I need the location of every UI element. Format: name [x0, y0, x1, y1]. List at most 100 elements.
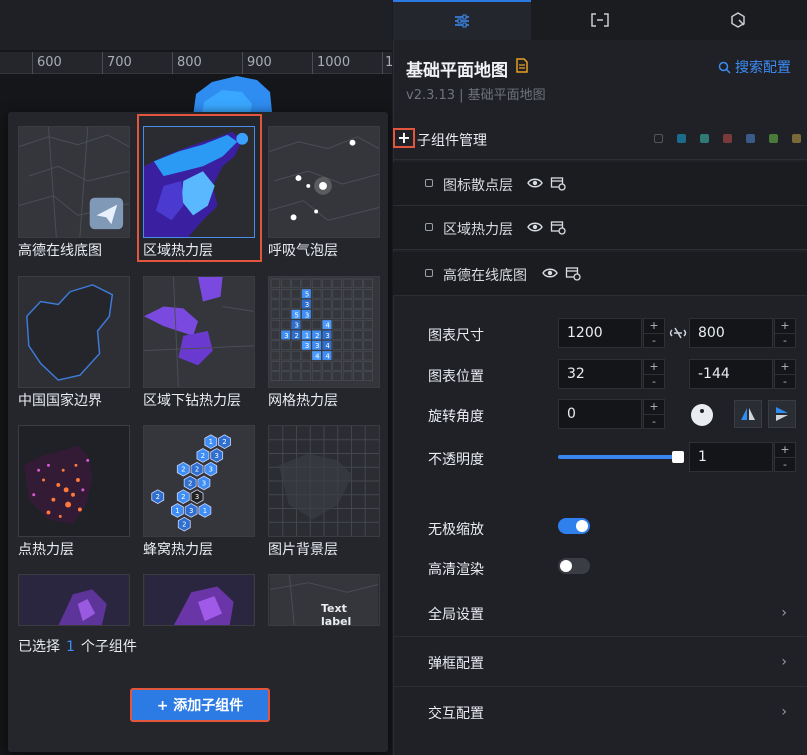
layer-checkbox[interactable]: [425, 223, 433, 231]
layer-item[interactable]: 区域热力层: [393, 206, 807, 250]
grid-cell-number: 3: [315, 342, 319, 350]
opacity-slider-track[interactable]: [558, 455, 678, 459]
rotate-input[interactable]: 0: [558, 399, 642, 429]
stepper-plus[interactable]: +: [644, 360, 664, 375]
section-label: 全局设置: [428, 607, 484, 623]
y-stepper[interactable]: + -: [774, 359, 796, 389]
search-config-link[interactable]: 搜索配置: [718, 57, 791, 77]
hex-cell-number: 2: [181, 493, 185, 501]
stepper-plus[interactable]: +: [775, 319, 795, 334]
unlink-icon[interactable]: [669, 325, 687, 341]
component-thumb-region-heat[interactable]: [143, 126, 255, 238]
hex-cell-number: 2: [182, 521, 186, 529]
opacity-stepper[interactable]: + -: [774, 442, 796, 472]
color-swatch[interactable]: [654, 134, 663, 143]
component-thumb-border[interactable]: [18, 276, 130, 388]
grid-cell-number: 3: [305, 342, 309, 350]
section-global[interactable]: 全局设置 ›: [393, 588, 807, 638]
stepper-minus[interactable]: -: [644, 334, 664, 348]
hex-cell-number: 3: [202, 479, 206, 487]
child-manage-title: 子组件管理: [417, 133, 487, 149]
color-swatch[interactable]: [746, 134, 755, 143]
hex-cell-number: 1: [203, 507, 207, 515]
expand-plus-button[interactable]: +: [393, 128, 415, 148]
component-thumb-grid-heat[interactable]: 5353343212333444: [268, 276, 380, 388]
stepper-minus[interactable]: -: [644, 415, 664, 429]
stepper-plus[interactable]: +: [644, 400, 664, 415]
component-label: 网格热力层: [268, 393, 338, 409]
flip-vertical-button[interactable]: [768, 400, 796, 428]
x-stepper[interactable]: + -: [643, 359, 665, 389]
layer-item[interactable]: 高德在线底图: [393, 252, 807, 296]
color-swatch[interactable]: [677, 134, 686, 143]
zoom-toggle[interactable]: [558, 518, 590, 534]
x-input[interactable]: 32: [558, 359, 642, 389]
section-interaction[interactable]: 交互配置 ›: [393, 686, 807, 736]
point-heat-icon: [19, 426, 129, 536]
hd-toggle[interactable]: [558, 558, 590, 574]
y-input[interactable]: -144: [689, 359, 773, 389]
eye-icon[interactable]: [527, 220, 543, 234]
stepper-minus[interactable]: -: [775, 458, 795, 472]
tab-config[interactable]: [393, 0, 531, 40]
stepper-plus[interactable]: +: [644, 319, 664, 334]
color-swatch[interactable]: [723, 134, 732, 143]
stepper-minus[interactable]: -: [644, 375, 664, 389]
height-stepper[interactable]: + -: [774, 318, 796, 348]
stepper-plus[interactable]: +: [775, 360, 795, 375]
width-stepper[interactable]: + -: [643, 318, 665, 348]
color-swatch[interactable]: [792, 134, 801, 143]
layer-checkbox[interactable]: [425, 179, 433, 187]
panel-tabs: [393, 0, 807, 40]
component-label: 呼吸气泡层: [268, 243, 338, 259]
component-thumb-amap[interactable]: [18, 126, 130, 238]
chevron-right-icon: ›: [781, 654, 787, 670]
component-label: 点热力层: [18, 542, 74, 558]
height-input[interactable]: 800: [689, 318, 773, 348]
width-input[interactable]: 1200: [558, 318, 642, 348]
color-swatch[interactable]: [769, 134, 778, 143]
rotate-stepper[interactable]: + -: [643, 399, 665, 429]
hex-cell-number: 1: [175, 507, 179, 515]
hex-cell-number: 3: [195, 493, 199, 501]
section-popup[interactable]: 弹框配置 ›: [393, 636, 807, 686]
layer-checkbox[interactable]: [425, 269, 433, 277]
layer-settings-icon[interactable]: [565, 265, 581, 281]
grid-cell-number: 5: [305, 291, 309, 299]
opacity-slider-handle[interactable]: [672, 451, 684, 463]
selected-prefix: 已选择: [18, 639, 60, 655]
amap-preview: [19, 127, 129, 237]
tab-interaction[interactable]: [669, 0, 807, 40]
add-child-button[interactable]: + 添加子组件: [130, 688, 270, 722]
component-thumb-bubble[interactable]: [268, 126, 380, 238]
flip-horizontal-button[interactable]: [734, 400, 762, 428]
stepper-minus[interactable]: -: [775, 375, 795, 389]
tab-data[interactable]: [531, 0, 669, 40]
color-swatch[interactable]: [700, 134, 709, 143]
component-thumb-text-label[interactable]: Text label: [268, 574, 380, 626]
component-thumb-drill-heat[interactable]: [143, 276, 255, 388]
layer-settings-icon[interactable]: [550, 175, 566, 191]
grid-cell-number: 4: [325, 322, 329, 330]
component-thumb-hex-heat[interactable]: 1223223232231312: [143, 425, 255, 537]
image-bg-icon: [269, 426, 379, 536]
layer-item[interactable]: 图标散点层: [393, 162, 807, 206]
document-icon[interactable]: [516, 58, 528, 73]
stepper-minus[interactable]: -: [775, 334, 795, 348]
purple-map-icon: [145, 575, 253, 625]
component-thumb-image-bg[interactable]: [268, 425, 380, 537]
eye-icon[interactable]: [527, 176, 543, 190]
component-thumb-purple-map[interactable]: [18, 574, 130, 626]
stepper-plus[interactable]: +: [775, 443, 795, 458]
grid-heat-icon: 535 33 43 2 1 2 33 3 44 4: [269, 277, 379, 387]
horizontal-ruler: 600 700 800 900 1000 1: [0, 52, 393, 74]
layer-settings-icon[interactable]: [550, 219, 566, 235]
hex-cell-number: 2: [188, 479, 192, 487]
component-label: 图片背景层: [268, 542, 338, 558]
opacity-input[interactable]: 1: [689, 442, 773, 472]
component-thumb-point-heat[interactable]: [18, 425, 130, 537]
ruler-mark: 600: [37, 55, 62, 70]
eye-icon[interactable]: [542, 266, 558, 280]
component-thumb-purple-map[interactable]: [143, 574, 255, 626]
rotate-dial[interactable]: [691, 404, 713, 426]
